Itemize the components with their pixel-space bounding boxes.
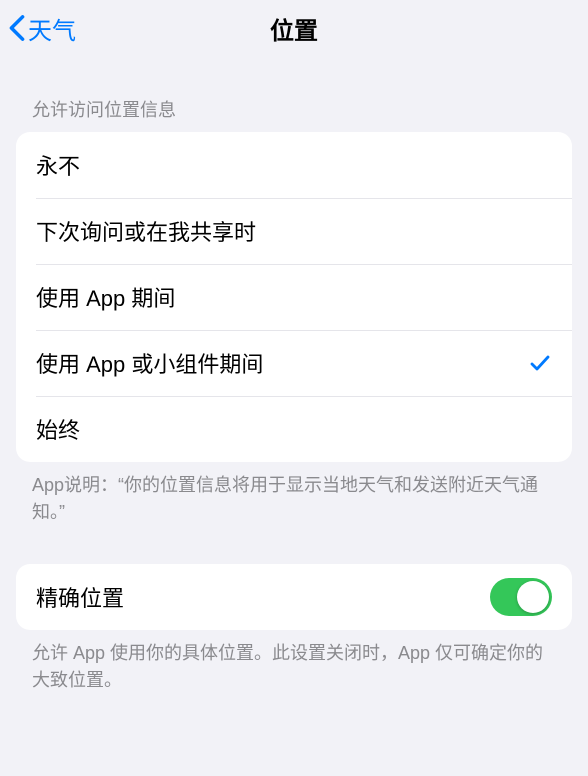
option-label: 始终 <box>36 413 80 445</box>
option-label: 下次询问或在我共享时 <box>36 215 256 247</box>
option-while-using-app-or-widgets[interactable]: 使用 App 或小组件期间 <box>16 330 572 396</box>
option-never[interactable]: 永不 <box>16 132 572 198</box>
option-label: 使用 App 或小组件期间 <box>36 347 263 379</box>
page-title: 位置 <box>0 11 588 46</box>
option-while-using-app[interactable]: 使用 App 期间 <box>16 264 572 330</box>
precise-section-footer: 允许 App 使用你的具体位置。此设置关闭时，App 仅可确定你的大致位置。 <box>0 630 588 694</box>
access-section-footer: App说明：“你的位置信息将用于显示当地天气和发送附近天气通知。” <box>0 462 588 526</box>
precise-location-switch[interactable] <box>490 578 552 616</box>
back-button[interactable]: 天气 <box>0 11 76 46</box>
checkmark-icon <box>528 351 552 375</box>
precise-location-label: 精确位置 <box>36 581 124 613</box>
chevron-left-icon <box>8 14 26 42</box>
option-ask-next-time[interactable]: 下次询问或在我共享时 <box>16 198 572 264</box>
access-section-header: 允许访问位置信息 <box>0 56 588 132</box>
back-label: 天气 <box>28 11 76 46</box>
navbar: 天气 位置 <box>0 0 588 56</box>
switch-knob <box>517 581 549 613</box>
access-options-group: 永不 下次询问或在我共享时 使用 App 期间 使用 App 或小组件期间 始终 <box>16 132 572 462</box>
option-label: 永不 <box>36 149 80 181</box>
precise-location-row[interactable]: 精确位置 <box>16 564 572 630</box>
precise-location-group: 精确位置 <box>16 564 572 630</box>
option-label: 使用 App 期间 <box>36 281 175 313</box>
option-always[interactable]: 始终 <box>16 396 572 462</box>
